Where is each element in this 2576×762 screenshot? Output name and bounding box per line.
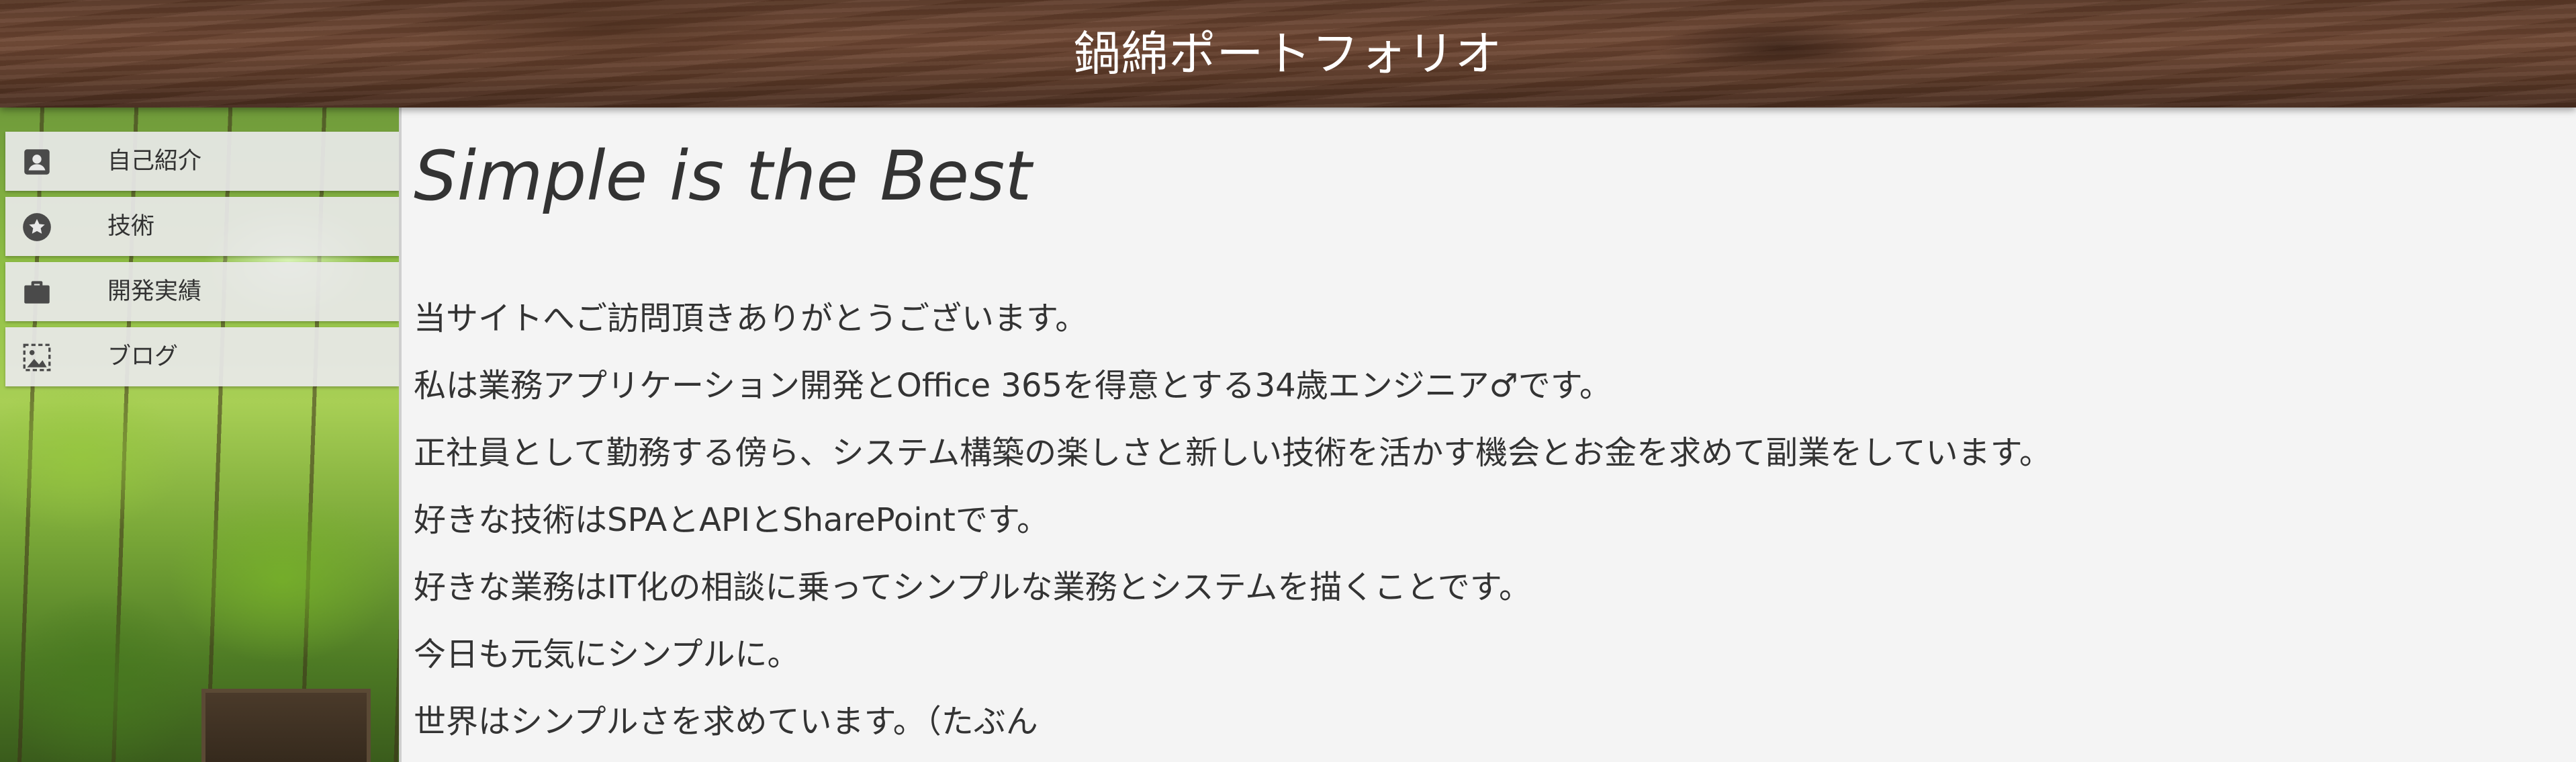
sidebar-item-label: ブログ [107,343,179,370]
intro-text: 当サイトへご訪問頂きありがとうございます。 私は業務アプリケーション開発とOff… [414,285,2563,755]
sidebar-item-works[interactable]: 開発実績 [5,262,399,321]
wooden-door-image [201,689,371,762]
sidebar-item-label: 技術 [107,213,155,240]
sidebar-item-blog[interactable]: ブログ [5,327,399,386]
intro-paragraph: 好きな技術はSPAとAPIとSharePointです。 [414,501,1050,539]
sidebar-nav: 自己紹介 技術 開発実績 ブログ [5,132,399,392]
star-icon [23,213,51,241]
site-title[interactable]: 鍋綿ポートフォリオ [0,20,2576,87]
sidebar-item-profile[interactable]: 自己紹介 [5,132,399,191]
intro-paragraph: 当サイトへご訪問頂きありがとうございます。 [414,300,1088,337]
intro-paragraph: 好きな業務はIT化の相談に乗ってシンプルな業務とシステムを描くことです。 [414,568,1531,606]
main-content: Simple is the Best 当サイトへご訪問頂きありがとうございます。… [402,108,2576,762]
sidebar-item-label: 開発実績 [107,278,202,305]
briefcase-icon [24,281,50,304]
person-icon [24,149,50,175]
sidebar-item-skills[interactable]: 技術 [5,197,399,256]
intro-paragraph: 正社員として勤務する傍ら、システム構築の楽しさと新しい技術を活かす機会とお金を求… [414,434,2052,472]
intro-paragraph: 世界はシンプルさを求めています。（たぶん [414,703,1038,740]
site-header: 鍋綿ポートフォリオ [0,0,2576,108]
intro-paragraph: 私は業務アプリケーション開発とOffice 365を得意とする34歳エンジニア♂… [414,367,1612,405]
image-icon [23,343,51,372]
page-heading: Simple is the Best [414,136,1032,216]
intro-paragraph: 今日も元気にシンプルに。 [414,636,800,673]
sidebar-item-label: 自己紹介 [107,148,202,175]
